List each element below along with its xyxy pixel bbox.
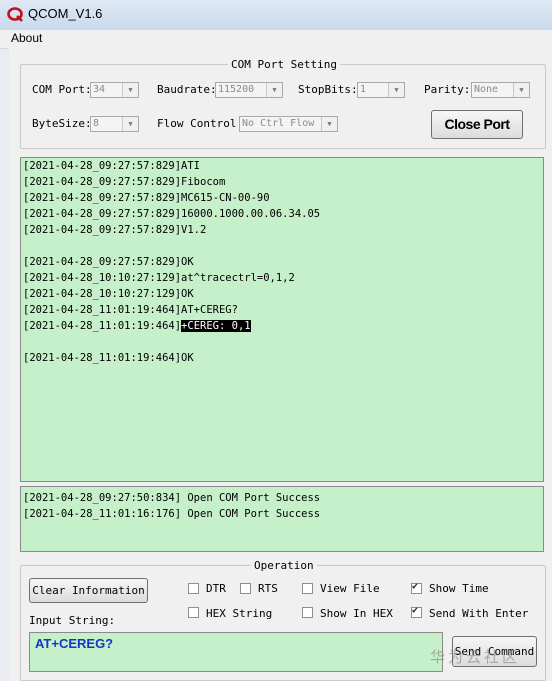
input-string-value: AT+CEREG? bbox=[35, 636, 114, 651]
receive-log[interactable]: [2021-04-28_09:27:57:829]ATI [2021-04-28_… bbox=[20, 157, 544, 482]
parity-label: Parity: bbox=[424, 83, 471, 96]
flow-control-select[interactable]: No Ctrl Flow ▼ bbox=[239, 116, 338, 132]
log-line: [2021-04-28_09:27:57:829]V1.2 bbox=[23, 224, 207, 236]
send-with-enter-checkbox[interactable] bbox=[411, 605, 422, 618]
status-line: [2021-04-28_09:27:50:834] Open COM Port … bbox=[23, 492, 321, 504]
bytesize-label: ByteSize: bbox=[32, 117, 92, 130]
input-string-label: Input String: bbox=[29, 614, 116, 627]
chevron-down-icon[interactable]: ▼ bbox=[122, 83, 138, 97]
log-line: [2021-04-28_09:27:57:829]OK bbox=[23, 256, 194, 268]
operation-legend: Operation bbox=[254, 559, 314, 572]
qcom-logo-icon bbox=[7, 7, 23, 22]
chevron-down-icon[interactable]: ▼ bbox=[513, 83, 529, 97]
receive-log-lines: [2021-04-28_09:27:57:829]ATI [2021-04-28_… bbox=[21, 158, 543, 366]
view-file-label: View File bbox=[320, 582, 380, 595]
flow-control-label: Flow Control: bbox=[157, 117, 244, 130]
com-port-setting-legend: COM Port Setting bbox=[231, 58, 337, 71]
stopbits-label: StopBits: bbox=[298, 83, 358, 96]
bytesize-value: 8 bbox=[93, 118, 100, 129]
window-title: QCOM_V1.6 bbox=[28, 6, 103, 21]
rts-checkbox[interactable] bbox=[240, 583, 251, 594]
hex-string-label: HEX String bbox=[206, 607, 273, 620]
send-with-enter-label: Send With Enter bbox=[429, 607, 529, 620]
watermark: 华为云社区 bbox=[430, 648, 521, 666]
bytesize-select[interactable]: 8 ▼ bbox=[90, 116, 139, 132]
baudrate-select[interactable]: 115200 ▼ bbox=[215, 82, 283, 98]
baudrate-label: Baudrate: bbox=[157, 83, 217, 96]
input-string-field[interactable]: AT+CEREG? bbox=[29, 632, 443, 672]
chevron-down-icon[interactable]: ▼ bbox=[388, 83, 404, 97]
log-line: [2021-04-28_11:01:19:464]AT+CEREG? bbox=[23, 304, 238, 316]
log-line: [2021-04-28_09:27:57:829]MC615-CN-00-90 bbox=[23, 192, 270, 204]
log-line: [2021-04-28_11:01:19:464]OK bbox=[23, 352, 194, 364]
stopbits-value: 1 bbox=[360, 84, 367, 95]
baudrate-value: 115200 bbox=[218, 84, 255, 95]
show-in-hex-label: Show In HEX bbox=[320, 607, 393, 620]
status-log-lines: [2021-04-28_09:27:50:834] Open COM Port … bbox=[21, 490, 543, 522]
title-bar: QCOM_V1.6 bbox=[0, 0, 552, 31]
close-port-button[interactable]: Close Port bbox=[431, 110, 523, 139]
log-line: [2021-04-28_10:10:27:129]OK bbox=[23, 288, 194, 300]
chevron-down-icon[interactable]: ▼ bbox=[321, 117, 337, 131]
chevron-down-icon[interactable]: ▼ bbox=[266, 83, 282, 97]
show-time-label: Show Time bbox=[429, 582, 489, 595]
status-log[interactable]: [2021-04-28_09:27:50:834] Open COM Port … bbox=[20, 486, 544, 552]
chevron-down-icon[interactable]: ▼ bbox=[122, 117, 138, 131]
log-line: [2021-04-28_09:27:57:829]ATI bbox=[23, 160, 201, 172]
show-time-checkbox[interactable] bbox=[411, 581, 422, 594]
rts-label: RTS bbox=[258, 582, 278, 595]
log-line: [2021-04-28_09:27:57:829]16000.1000.00.0… bbox=[23, 208, 321, 220]
log-line: [2021-04-28_11:01:19:464]+CEREG: 0,1 bbox=[23, 320, 251, 332]
show-in-hex-checkbox[interactable] bbox=[302, 607, 313, 618]
log-line: [2021-04-28_09:27:57:829]Fibocom bbox=[23, 176, 226, 188]
status-line: [2021-04-28_11:01:16:176] Open COM Port … bbox=[23, 508, 321, 520]
com-port-select[interactable]: 34 ▼ bbox=[90, 82, 139, 98]
parity-select[interactable]: None ▼ bbox=[471, 82, 530, 98]
view-file-checkbox[interactable] bbox=[302, 583, 313, 594]
flow-control-value: No Ctrl Flow bbox=[242, 118, 315, 129]
clear-information-button[interactable]: Clear Information bbox=[29, 578, 148, 603]
stopbits-select[interactable]: 1 ▼ bbox=[357, 82, 405, 98]
selected-text: +CEREG: 0,1 bbox=[181, 320, 251, 332]
dtr-checkbox[interactable] bbox=[188, 583, 199, 594]
menu-about[interactable]: About bbox=[11, 31, 42, 45]
com-port-label: COM Port: bbox=[32, 83, 92, 96]
parity-value: None bbox=[474, 84, 499, 95]
log-line: [2021-04-28_10:10:27:129]at^tracectrl=0,… bbox=[23, 272, 295, 284]
hex-string-checkbox[interactable] bbox=[188, 607, 199, 618]
menu-bar: About bbox=[0, 30, 552, 49]
dtr-label: DTR bbox=[206, 582, 226, 595]
com-port-value: 34 bbox=[93, 84, 106, 95]
